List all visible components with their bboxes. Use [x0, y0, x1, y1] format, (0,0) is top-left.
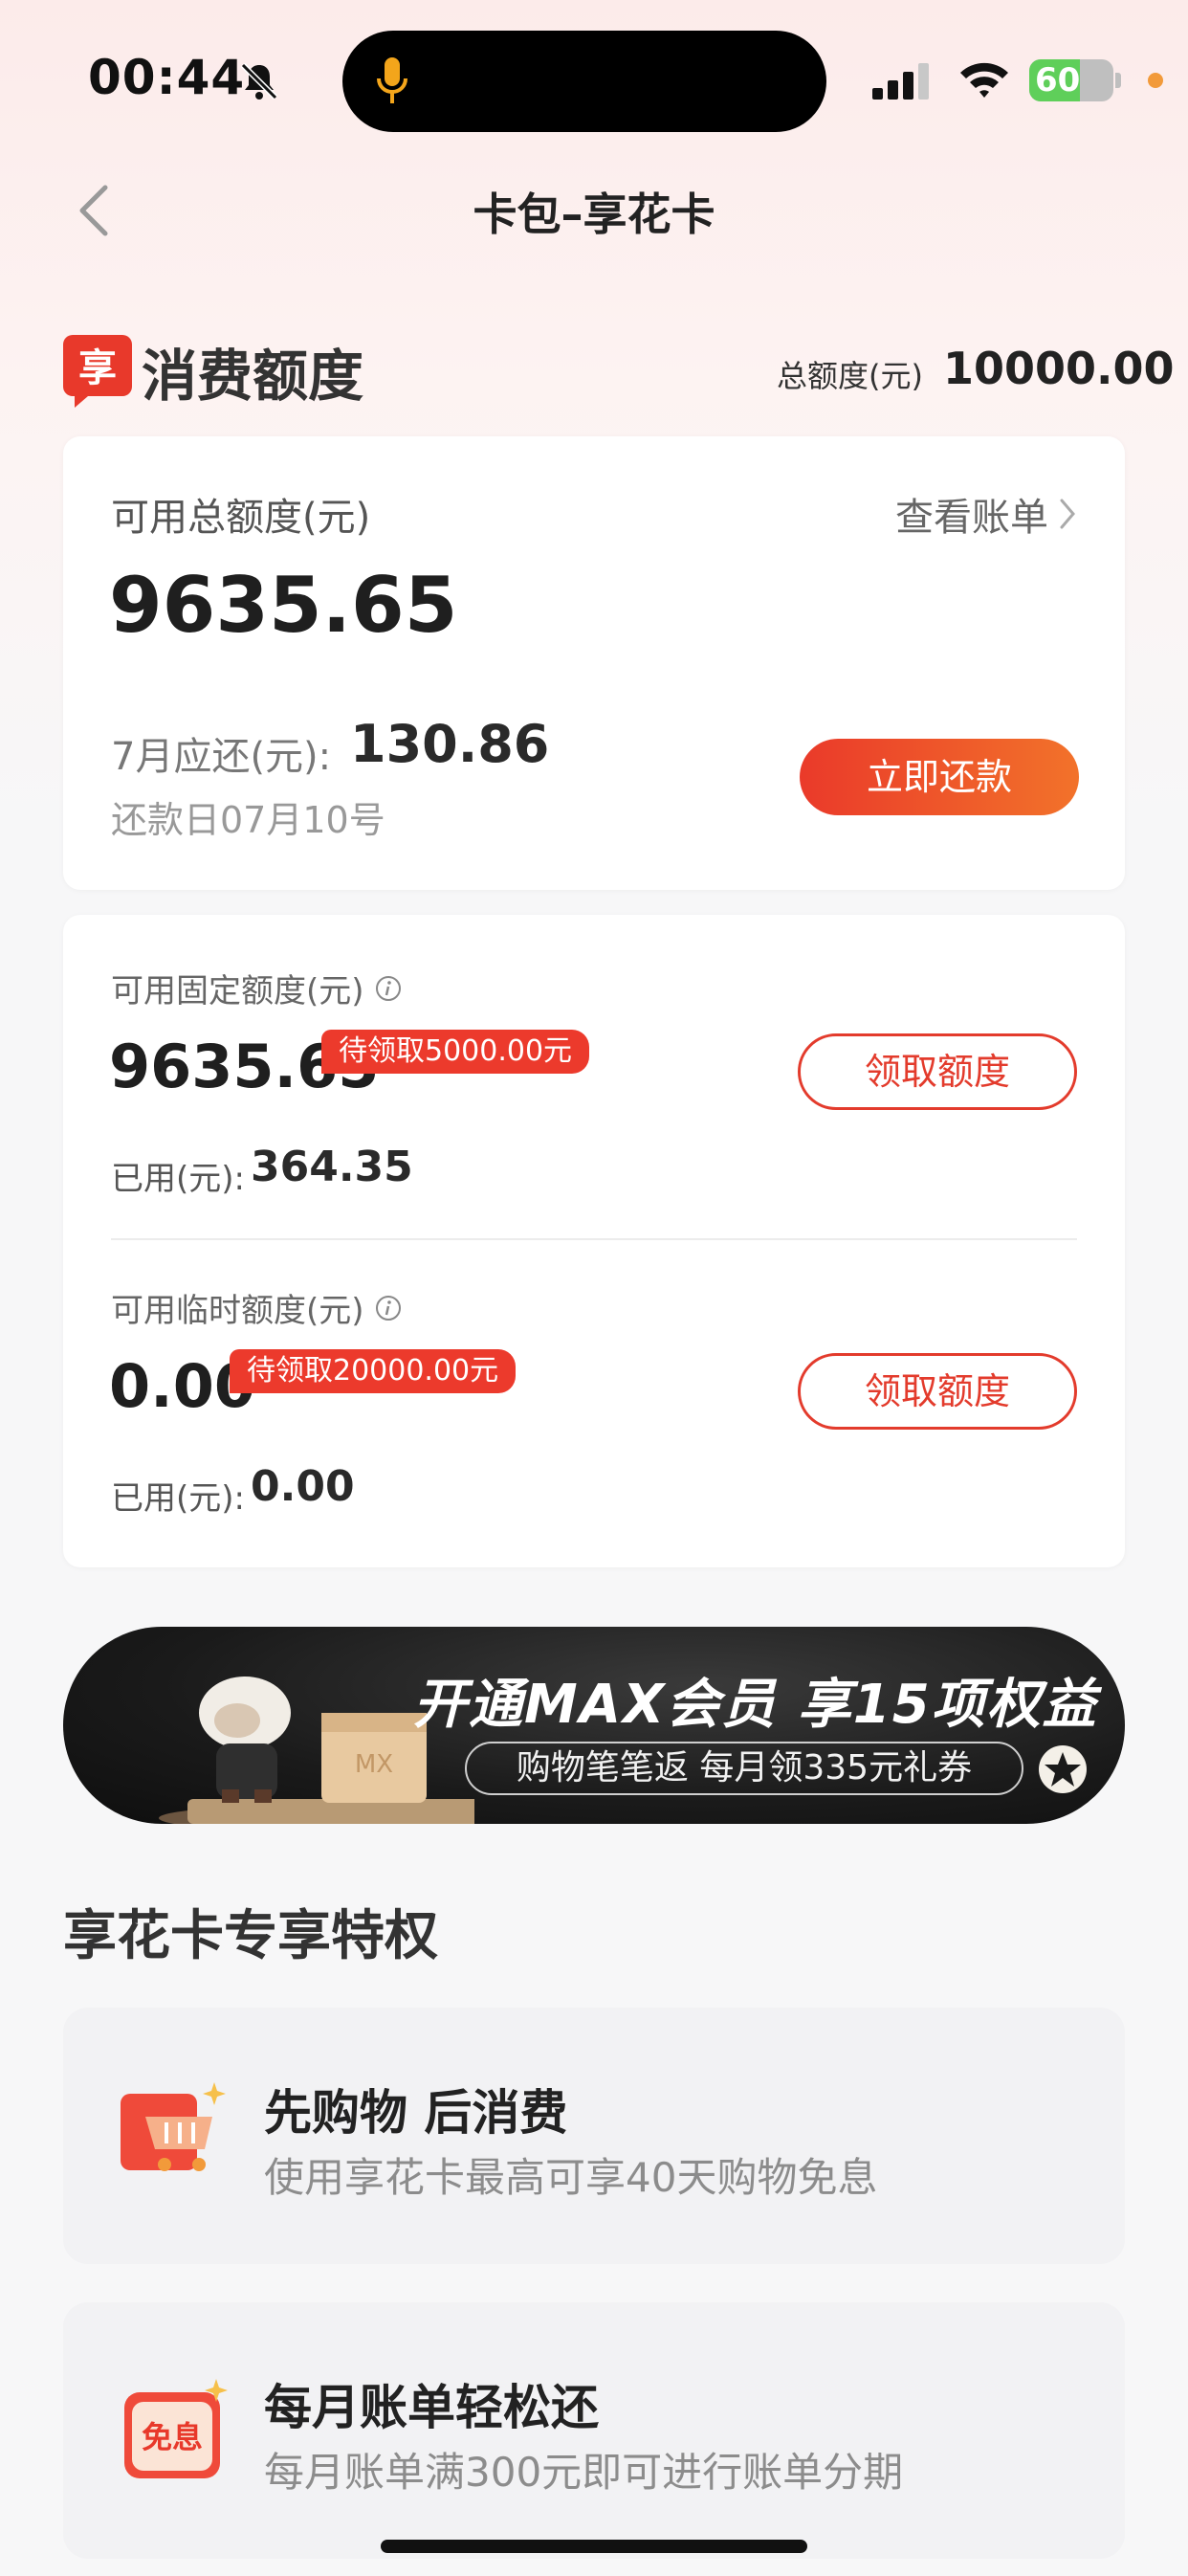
xianghua-logo-icon: 享 [63, 335, 132, 408]
star-icon [1039, 1745, 1087, 1793]
view-bill-label: 查看账单 [895, 496, 1048, 540]
interest-free-icon: 免息 [124, 2379, 228, 2478]
status-time: 00:44 [88, 50, 246, 105]
banner-headline: 开通MAX会员 享15项权益 [413, 1674, 1098, 1736]
claim-fixed-limit-button[interactable]: 领取额度 [798, 1033, 1077, 1110]
available-total-label: 可用总额度(元) [111, 496, 371, 540]
temp-limit-label-row: 可用临时额度(元) [111, 1284, 403, 1331]
claim-temp-limit-button[interactable]: 领取额度 [798, 1353, 1077, 1430]
temp-used-value: 0.00 [251, 1462, 355, 1511]
logo-char: 享 [78, 346, 117, 390]
privilege-heading: 先购物 后消费 [264, 2085, 568, 2141]
info-icon[interactable] [374, 974, 403, 1003]
fixed-used-value: 364.35 [251, 1143, 413, 1191]
dynamic-island [342, 31, 826, 132]
interest-free-icon-text: 免息 [142, 2419, 203, 2455]
available-credit-card: 可用总额度(元) 查看账单 9635.65 7月应还(元): 130.86 还款… [63, 436, 1125, 890]
bell-muted-icon [240, 62, 278, 100]
repay-now-button[interactable]: 立即还款 [800, 739, 1079, 815]
due-date: 还款日07月10号 [111, 799, 385, 841]
temp-used-label: 已用(元): [111, 1479, 245, 1518]
status-bar: 00:44 60 [0, 0, 1188, 163]
available-total-amount: 9635.65 [109, 561, 458, 650]
microphone-icon [377, 57, 407, 103]
temp-pending-badge: 待领取20000.00元 [230, 1349, 517, 1393]
total-limit-label: 总额度(元) [777, 358, 923, 394]
max-membership-banner[interactable]: MX 开通MAX会员 享15项权益 购物笔笔返 每月领335元礼券 [63, 1627, 1125, 1824]
privacy-indicator-dot [1148, 73, 1163, 88]
wifi-icon [960, 62, 1008, 98]
battery-nub [1115, 73, 1121, 88]
battery-percent: 60 [1035, 61, 1081, 100]
limits-card: 可用固定额度(元) 9635.65 待领取5000.00元 领取额度 已用(元)… [63, 915, 1125, 1567]
page-title: 卡包–享花卡 [473, 189, 715, 240]
privilege-description: 使用享花卡最高可享40天购物免息 [264, 2154, 878, 2201]
fixed-limit-label-row: 可用固定额度(元) [111, 965, 403, 1011]
month-due-amount: 130.86 [350, 714, 550, 774]
fixed-used-label: 已用(元): [111, 1160, 245, 1198]
cellular-signal-icon [872, 63, 929, 100]
fixed-limit-label: 可用固定额度(元) [111, 972, 364, 1010]
credit-title: 消费额度 [142, 344, 364, 409]
privilege-heading: 每月账单轻松还 [264, 2380, 599, 2435]
privilege-description: 每月账单满300元即可进行账单分期 [264, 2449, 904, 2496]
privilege-card[interactable]: 免息 每月账单轻松还 每月账单满300元即可进行账单分期 [63, 2302, 1125, 2559]
gift-box-label: MX [355, 1750, 393, 1779]
privilege-card[interactable]: 先购物 后消费 使用享花卡最高可享40天购物免息 [63, 2008, 1125, 2264]
info-icon[interactable] [374, 1294, 403, 1322]
chevron-right-icon [1060, 499, 1075, 529]
total-limit-value: 10000.00 [943, 343, 1175, 394]
month-due-label: 7月应还(元): [111, 735, 332, 779]
battery-indicator: 60 [1029, 59, 1113, 101]
divider [111, 1238, 1077, 1240]
banner-subline: 购物笔笔返 每月领335元礼券 [465, 1742, 1023, 1795]
fixed-pending-badge: 待领取5000.00元 [321, 1030, 590, 1074]
shopping-cart-icon [121, 2082, 226, 2171]
temp-limit-label: 可用临时额度(元) [111, 1292, 364, 1330]
privileges-title: 享花卡专享特权 [63, 1905, 438, 1967]
view-bill-link[interactable]: 查看账单 [895, 486, 1077, 542]
home-indicator[interactable] [381, 2540, 807, 2553]
